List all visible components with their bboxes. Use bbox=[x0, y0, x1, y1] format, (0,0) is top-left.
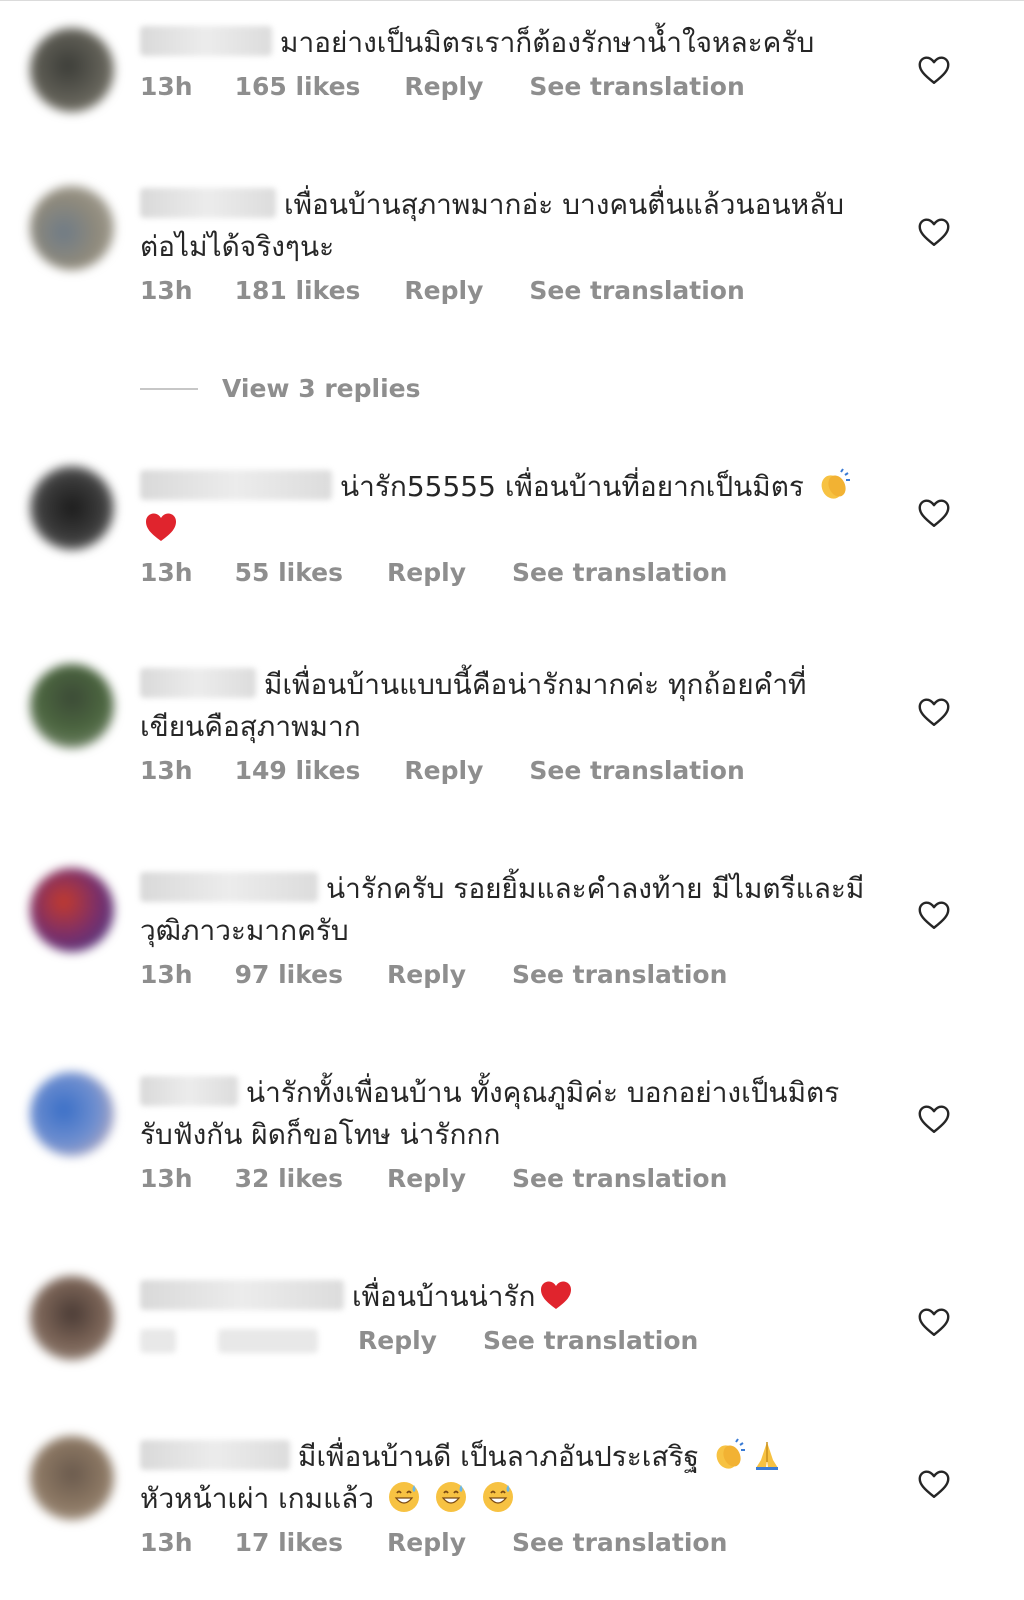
see-translation-button[interactable]: See translation bbox=[512, 960, 727, 989]
comment-body: มาอย่างเป็นมิตรเราก็ต้องรักษาน้ำใจหละครั… bbox=[140, 22, 870, 101]
see-translation-button[interactable]: See translation bbox=[512, 558, 727, 587]
reply-button[interactable]: Reply bbox=[358, 1326, 437, 1355]
comment-time: 13h bbox=[140, 558, 193, 587]
comment-text-line: มีเพื่อนบ้านแบบนี้คือน่ารักมากค่ะ ทุกถ้อ… bbox=[140, 664, 870, 748]
like-heart-icon[interactable] bbox=[916, 495, 952, 531]
comment-time: 13h bbox=[140, 276, 193, 305]
comment-body: น่ารักครับ รอยยิ้มและคำลงท้าย มีไมตรีและ… bbox=[140, 868, 870, 989]
comment-body: น่ารักทั้งเพื่อนบ้าน ทั้งคุณภูมิค่ะ บอกอ… bbox=[140, 1072, 870, 1193]
avatar[interactable] bbox=[30, 1072, 114, 1156]
like-heart-icon[interactable] bbox=[916, 694, 952, 730]
comment-body: เพื่อนบ้านน่ารัก Reply See translation bbox=[140, 1276, 870, 1355]
reply-button[interactable]: Reply bbox=[387, 960, 466, 989]
view-replies-label: View 3 replies bbox=[222, 374, 421, 403]
comment-time: 13h bbox=[140, 72, 193, 101]
red-heart-emoji-icon bbox=[539, 1278, 573, 1312]
like-heart-icon[interactable] bbox=[916, 214, 952, 250]
comment-text-line: มีเพื่อนบ้านดี เป็นลาภอันประเสริฐ bbox=[140, 1436, 870, 1478]
avatar[interactable] bbox=[30, 1276, 114, 1360]
comment-likes[interactable]: 165 likes bbox=[235, 72, 361, 101]
comment-text-line: น่ารักทั้งเพื่อนบ้าน ทั้งคุณภูมิค่ะ บอกอ… bbox=[140, 1072, 870, 1156]
comment-text-line: น่ารักครับ รอยยิ้มและคำลงท้าย มีไมตรีและ… bbox=[140, 868, 870, 952]
view-replies-divider bbox=[140, 387, 198, 390]
username-blurred[interactable] bbox=[140, 26, 272, 56]
comment-meta: 13h 165 likes Reply See translation bbox=[140, 72, 870, 101]
avatar[interactable] bbox=[30, 186, 114, 270]
avatar[interactable] bbox=[30, 868, 114, 952]
comment-likes-blurred bbox=[218, 1328, 318, 1353]
comment-meta: 13h 55 likes Reply See translation bbox=[140, 558, 870, 587]
grinning-sweat-emoji-icon bbox=[481, 1480, 515, 1514]
see-translation-button[interactable]: See translation bbox=[483, 1326, 698, 1355]
comment-body: น่ารัก55555 เพื่อนบ้านที่อยากเป็นมิตร 13… bbox=[140, 466, 870, 587]
username-blurred[interactable] bbox=[140, 470, 332, 500]
view-replies-button[interactable]: View 3 replies bbox=[140, 374, 421, 403]
folded-hands-emoji-icon bbox=[750, 1438, 784, 1472]
comment-text: เพื่อนบ้านน่ารัก bbox=[352, 1280, 536, 1313]
like-heart-icon[interactable] bbox=[916, 1304, 952, 1340]
comment-time: 13h bbox=[140, 1164, 193, 1193]
comment-likes[interactable]: 149 likes bbox=[235, 756, 361, 785]
comment-time-blurred bbox=[140, 1328, 176, 1353]
reply-button[interactable]: Reply bbox=[404, 72, 483, 101]
comment-time: 13h bbox=[140, 1528, 193, 1557]
grinning-sweat-emoji-icon bbox=[434, 1480, 468, 1514]
comment-time: 13h bbox=[140, 960, 193, 989]
comment-text-line: เพื่อนบ้านสุภาพมากอ่ะ บางคนตื่นแล้วนอนหล… bbox=[140, 184, 870, 268]
comment-meta: 13h 181 likes Reply See translation bbox=[140, 276, 870, 305]
see-translation-button[interactable]: See translation bbox=[512, 1528, 727, 1557]
clapping-hands-emoji-icon bbox=[712, 1438, 746, 1472]
comment-meta: 13h 149 likes Reply See translation bbox=[140, 756, 870, 785]
comment-body: มีเพื่อนบ้านดี เป็นลาภอันประเสริฐ หัวหน้… bbox=[140, 1436, 870, 1557]
comment-likes[interactable]: 97 likes bbox=[235, 960, 343, 989]
comment-meta: 13h 17 likes Reply See translation bbox=[140, 1528, 870, 1557]
comment-text-line: น่ารัก55555 เพื่อนบ้านที่อยากเป็นมิตร bbox=[140, 466, 870, 550]
comment-time: 13h bbox=[140, 756, 193, 785]
comment-text: มาอย่างเป็นมิตรเราก็ต้องรักษาน้ำใจหละครั… bbox=[280, 26, 815, 59]
see-translation-button[interactable]: See translation bbox=[529, 756, 744, 785]
comment-body: มีเพื่อนบ้านแบบนี้คือน่ารักมากค่ะ ทุกถ้อ… bbox=[140, 664, 870, 785]
reply-button[interactable]: Reply bbox=[387, 558, 466, 587]
comment-text-line: เพื่อนบ้านน่ารัก bbox=[140, 1276, 870, 1318]
grinning-sweat-emoji-icon bbox=[387, 1480, 421, 1514]
like-heart-icon[interactable] bbox=[916, 1101, 952, 1137]
like-heart-icon[interactable] bbox=[916, 897, 952, 933]
avatar[interactable] bbox=[30, 664, 114, 748]
reply-button[interactable]: Reply bbox=[387, 1164, 466, 1193]
see-translation-button[interactable]: See translation bbox=[529, 72, 744, 101]
username-blurred[interactable] bbox=[140, 1440, 290, 1470]
avatar[interactable] bbox=[30, 28, 114, 112]
like-heart-icon[interactable] bbox=[916, 52, 952, 88]
username-blurred[interactable] bbox=[140, 872, 318, 902]
comment-meta: 13h 32 likes Reply See translation bbox=[140, 1164, 870, 1193]
username-blurred[interactable] bbox=[140, 668, 256, 698]
comment-likes[interactable]: 181 likes bbox=[235, 276, 361, 305]
reply-button[interactable]: Reply bbox=[404, 756, 483, 785]
comment-body: เพื่อนบ้านสุภาพมากอ่ะ บางคนตื่นแล้วนอนหล… bbox=[140, 184, 870, 305]
username-blurred[interactable] bbox=[140, 1076, 238, 1106]
see-translation-button[interactable]: See translation bbox=[512, 1164, 727, 1193]
reply-button[interactable]: Reply bbox=[387, 1528, 466, 1557]
comment-text-line: มาอย่างเป็นมิตรเราก็ต้องรักษาน้ำใจหละครั… bbox=[140, 22, 870, 64]
avatar[interactable] bbox=[30, 1436, 114, 1520]
comment-likes[interactable]: 32 likes bbox=[235, 1164, 343, 1193]
username-blurred[interactable] bbox=[140, 188, 276, 218]
comment-meta: 13h 97 likes Reply See translation bbox=[140, 960, 870, 989]
comment-likes[interactable]: 17 likes bbox=[235, 1528, 343, 1557]
reply-button[interactable]: Reply bbox=[404, 276, 483, 305]
comment-text: น่ารัก55555 เพื่อนบ้านที่อยากเป็นมิตร bbox=[340, 470, 804, 503]
see-translation-button[interactable]: See translation bbox=[529, 276, 744, 305]
red-heart-emoji-icon bbox=[144, 510, 178, 544]
comment-meta: Reply See translation bbox=[140, 1326, 870, 1355]
avatar[interactable] bbox=[30, 466, 114, 550]
comment-likes[interactable]: 55 likes bbox=[235, 558, 343, 587]
comment-text: มีเพื่อนบ้านดี เป็นลาภอันประเสริฐ bbox=[298, 1440, 699, 1473]
comment-list: มาอย่างเป็นมิตรเราก็ต้องรักษาน้ำใจหละครั… bbox=[0, 0, 1024, 1600]
comment-text: น่ารักทั้งเพื่อนบ้าน ทั้งคุณภูมิค่ะ บอกอ… bbox=[140, 1076, 840, 1151]
like-heart-icon[interactable] bbox=[916, 1466, 952, 1502]
comment-text-line-2: หัวหน้าเผ่า เกมแล้ว bbox=[140, 1478, 870, 1520]
username-blurred[interactable] bbox=[140, 1280, 344, 1310]
comment-text-continued: หัวหน้าเผ่า เกมแล้ว bbox=[140, 1482, 375, 1515]
clapping-hands-emoji-icon bbox=[817, 468, 851, 502]
